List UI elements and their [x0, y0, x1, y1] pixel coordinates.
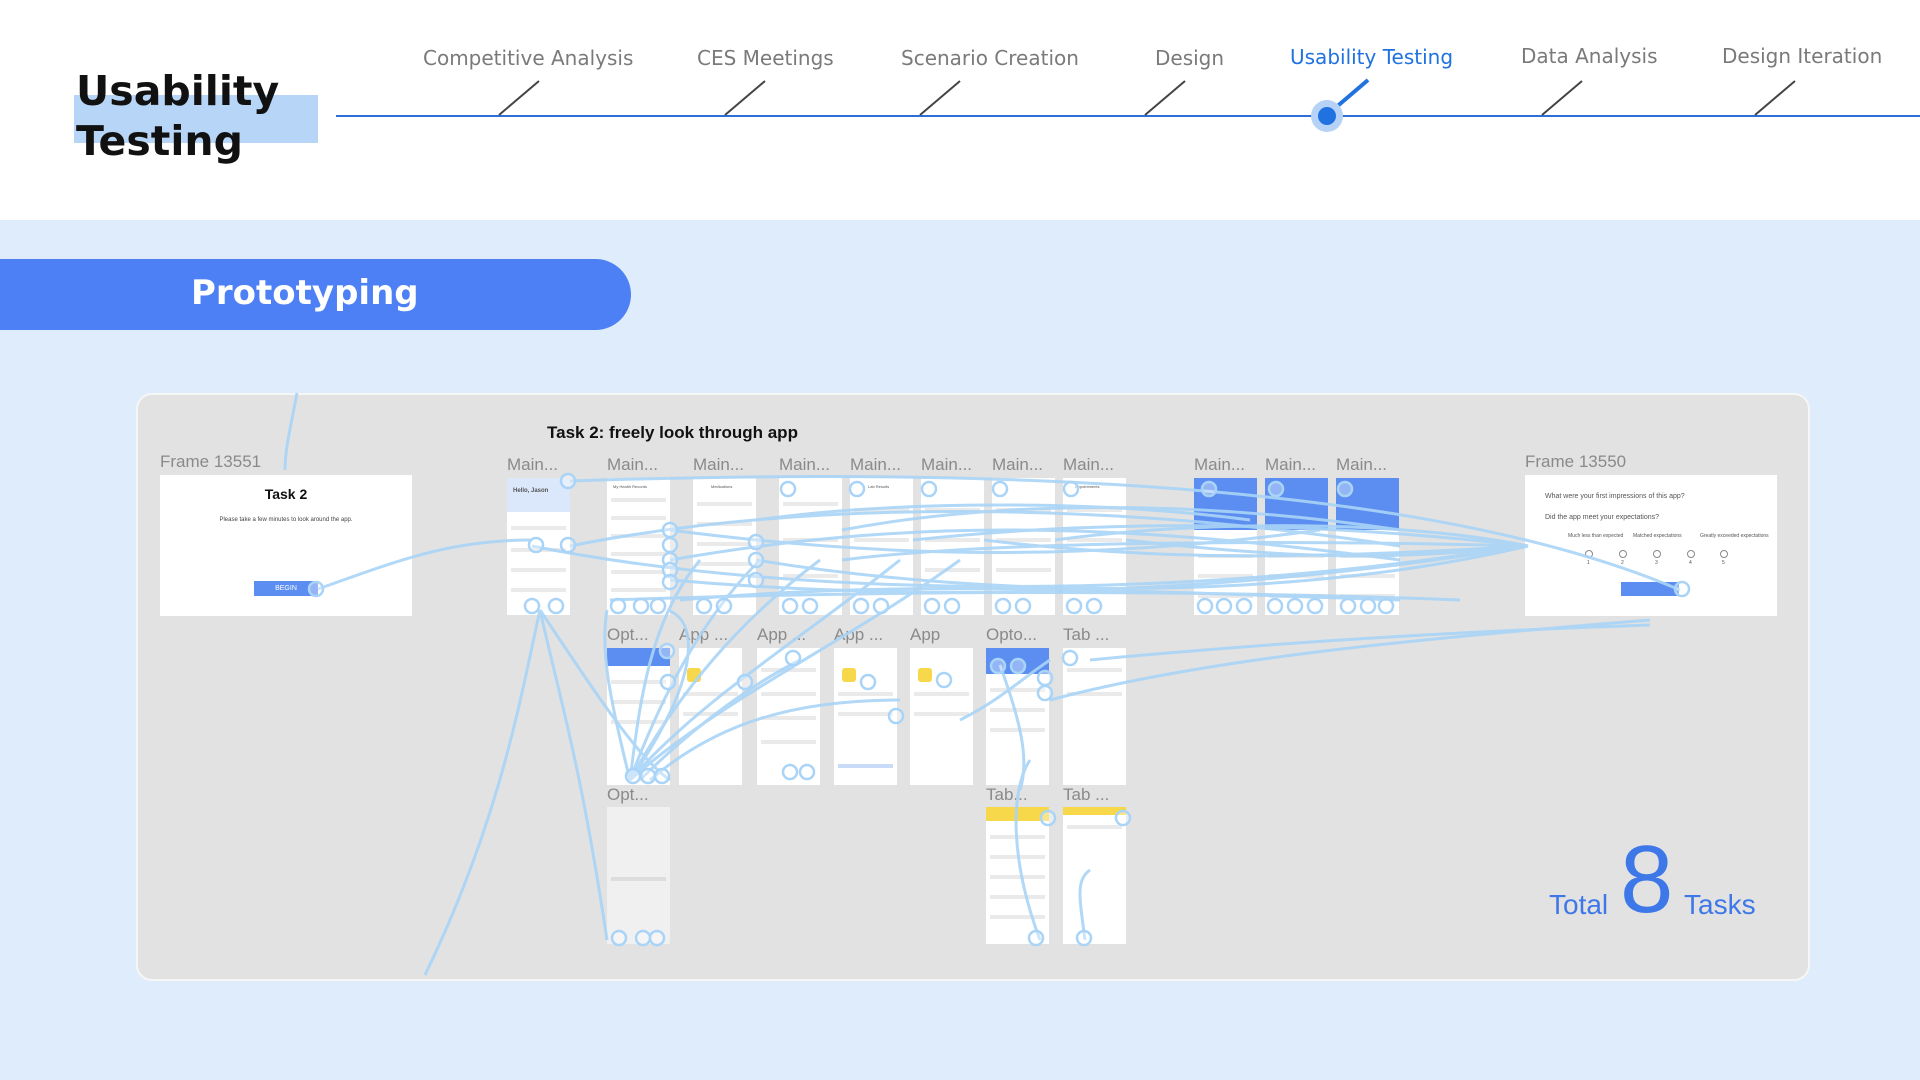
tasks-label: Tasks: [1684, 889, 1756, 920]
total-label: Total: [1549, 889, 1609, 920]
task-count: 8: [1620, 826, 1674, 933]
